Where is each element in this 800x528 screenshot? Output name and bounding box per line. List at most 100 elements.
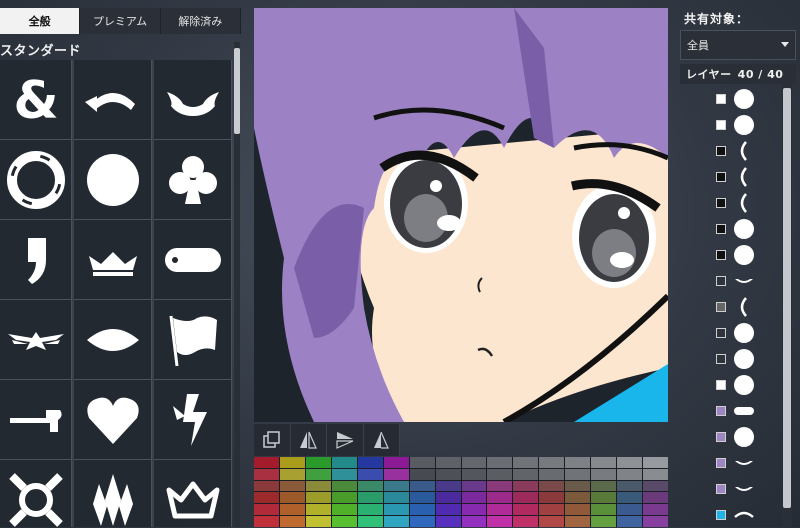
layer-scroll-thumb[interactable]	[783, 88, 791, 508]
color-swatch[interactable]	[357, 504, 383, 516]
color-swatch[interactable]	[435, 516, 461, 527]
shape-cell-crown-outline[interactable]	[154, 460, 232, 527]
layer-item[interactable]	[680, 164, 770, 190]
color-swatch[interactable]	[254, 516, 279, 527]
color-swatch[interactable]	[461, 516, 487, 527]
tab-premium[interactable]: プレミアム	[80, 8, 161, 34]
duplicate-button[interactable]	[254, 424, 291, 456]
color-swatch[interactable]	[643, 468, 668, 480]
color-swatch[interactable]	[409, 504, 435, 516]
shape-cell-eagle[interactable]	[0, 300, 72, 380]
color-swatch[interactable]	[617, 480, 643, 492]
tab-unlocked[interactable]: 解除済み	[161, 8, 241, 34]
color-swatch[interactable]	[409, 480, 435, 492]
layer-item[interactable]	[680, 112, 770, 138]
layer-item[interactable]	[680, 138, 770, 164]
color-swatch[interactable]	[643, 492, 668, 504]
color-swatch[interactable]	[539, 468, 565, 480]
color-swatch[interactable]	[409, 457, 435, 468]
color-swatch[interactable]	[254, 457, 279, 468]
color-swatch[interactable]	[383, 457, 409, 468]
color-swatch[interactable]	[409, 492, 435, 504]
shape-cell-lightning[interactable]	[154, 380, 232, 460]
color-swatch[interactable]	[643, 480, 668, 492]
color-swatch[interactable]	[279, 480, 305, 492]
color-swatch[interactable]	[539, 516, 565, 527]
color-swatch[interactable]	[487, 480, 513, 492]
color-swatch[interactable]	[435, 457, 461, 468]
color-swatch[interactable]	[643, 457, 668, 468]
layer-item[interactable]	[680, 424, 770, 450]
color-swatch[interactable]	[591, 492, 617, 504]
color-swatch[interactable]	[513, 480, 539, 492]
color-swatch[interactable]	[254, 480, 279, 492]
flip-horizontal-button[interactable]	[291, 424, 327, 456]
color-swatch[interactable]	[254, 492, 279, 504]
color-swatch[interactable]	[331, 480, 357, 492]
shape-cell-heart[interactable]	[74, 380, 152, 460]
layer-item[interactable]	[680, 346, 770, 372]
mirror-button[interactable]	[364, 424, 400, 456]
color-swatch[interactable]	[409, 468, 435, 480]
color-swatch[interactable]	[513, 492, 539, 504]
shape-cell-ampersand[interactable]: &	[0, 60, 72, 140]
color-swatch[interactable]	[305, 457, 331, 468]
color-swatch[interactable]	[513, 468, 539, 480]
shape-cell-hammer[interactable]	[0, 380, 72, 460]
layer-item[interactable]	[680, 476, 770, 502]
color-swatch[interactable]	[383, 468, 409, 480]
color-swatch[interactable]	[357, 492, 383, 504]
share-target-dropdown[interactable]: 全員	[680, 30, 796, 60]
color-swatch[interactable]	[409, 516, 435, 527]
color-swatch[interactable]	[357, 516, 383, 527]
color-swatch[interactable]	[279, 516, 305, 527]
color-swatch[interactable]	[591, 480, 617, 492]
layer-item[interactable]	[680, 86, 770, 112]
color-swatch[interactable]	[591, 468, 617, 480]
color-swatch[interactable]	[383, 492, 409, 504]
color-swatch[interactable]	[279, 492, 305, 504]
color-swatch[interactable]	[461, 504, 487, 516]
color-swatch[interactable]	[279, 457, 305, 468]
shape-cell-ribbon[interactable]	[154, 60, 232, 140]
color-swatch[interactable]	[279, 504, 305, 516]
color-swatch[interactable]	[591, 504, 617, 516]
color-swatch[interactable]	[305, 504, 331, 516]
color-swatch[interactable]	[617, 516, 643, 527]
color-swatch[interactable]	[254, 504, 279, 516]
color-swatch[interactable]	[305, 480, 331, 492]
color-swatch[interactable]	[331, 457, 357, 468]
color-swatch[interactable]	[435, 468, 461, 480]
color-swatch[interactable]	[487, 468, 513, 480]
color-swatch[interactable]	[331, 468, 357, 480]
color-swatch[interactable]	[487, 516, 513, 527]
color-swatch[interactable]	[383, 516, 409, 527]
color-swatch[interactable]	[383, 504, 409, 516]
color-swatch[interactable]	[513, 516, 539, 527]
shape-cell-comma[interactable]	[0, 220, 72, 300]
color-swatch[interactable]	[617, 492, 643, 504]
color-swatch[interactable]	[331, 516, 357, 527]
color-swatch[interactable]	[461, 492, 487, 504]
flip-vertical-button[interactable]	[327, 424, 364, 456]
color-swatch[interactable]	[383, 480, 409, 492]
color-swatch[interactable]	[279, 468, 305, 480]
library-scroll-thumb[interactable]	[234, 48, 240, 134]
color-swatch[interactable]	[435, 480, 461, 492]
shape-cell-flag[interactable]	[154, 300, 232, 380]
layer-item[interactable]	[680, 450, 770, 476]
color-swatch[interactable]	[305, 516, 331, 527]
color-swatch[interactable]	[435, 504, 461, 516]
shape-cell-lens[interactable]	[74, 300, 152, 380]
color-swatch[interactable]	[435, 492, 461, 504]
color-swatch[interactable]	[305, 468, 331, 480]
color-swatch[interactable]	[357, 480, 383, 492]
color-swatch[interactable]	[539, 457, 565, 468]
layer-item[interactable]	[680, 294, 770, 320]
layer-item[interactable]	[680, 242, 770, 268]
layer-item[interactable]	[680, 398, 770, 424]
color-swatch[interactable]	[461, 468, 487, 480]
shape-cell-circle[interactable]	[74, 140, 152, 220]
shape-cell-dog-tag[interactable]	[154, 220, 232, 300]
color-swatch[interactable]	[565, 480, 591, 492]
